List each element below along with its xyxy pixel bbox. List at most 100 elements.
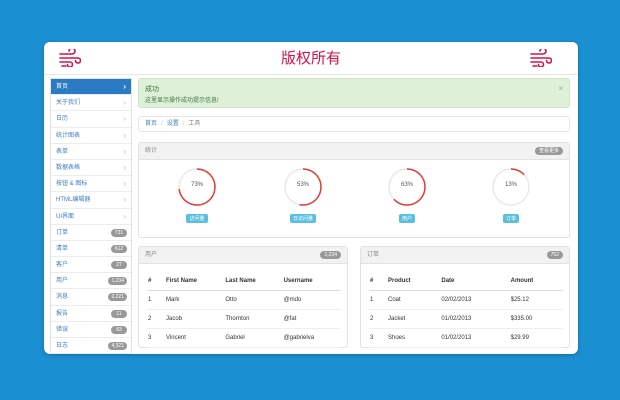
sidebar-item-home[interactable]: 首页 › [51, 79, 131, 96]
chevron-right-icon: › [123, 82, 126, 91]
chevron-right-icon: › [123, 146, 126, 156]
gauge-value: 63% [400, 182, 413, 188]
table-cell: 01/02/2013 [440, 309, 510, 329]
sidebar-item-users[interactable]: 用户 1,234 [51, 273, 131, 290]
sidebar-item-charts[interactable]: 统计图表 › [51, 128, 131, 144]
sidebar-item-ui[interactable]: UI界面 › [51, 209, 131, 225]
count-badge: 4,321 [108, 342, 127, 350]
count-badge: 752 [546, 251, 563, 259]
sidebar-item-label: 首页 [56, 84, 69, 90]
count-badge: 1,234 [320, 251, 341, 259]
chevron-right-icon: › [123, 179, 126, 189]
sidebar-item-label: 客户 [56, 262, 69, 269]
breadcrumb: 首页 / 设置 / 工具 [138, 116, 570, 132]
users-panel: 用户 1,234 # First Name Last Name Username… [138, 246, 348, 348]
sidebar-item-list[interactable]: 清单 612 [51, 241, 131, 258]
column-header: Amount [509, 272, 563, 291]
sidebar-item-label: 日历 [56, 116, 69, 123]
chevron-right-icon: › [123, 114, 126, 124]
chevron-right-icon: › [123, 162, 126, 172]
table-cell: @gabrielva [282, 328, 341, 348]
table-header-row: # First Name Last Name Username [147, 272, 341, 291]
table-cell: 1 [147, 290, 165, 310]
gauge: 63% 用户 [387, 167, 427, 225]
table-cell: Mark [165, 290, 225, 310]
sidebar-item-reports[interactable]: 报告 11 [51, 306, 131, 322]
sidebar-item-label: 统计图表 [56, 132, 81, 139]
table-cell: @mdo [282, 290, 341, 310]
gauge-tag[interactable]: 日访问量 [289, 214, 316, 223]
column-header: Last Name [224, 272, 283, 291]
sidebar-item-label: 按钮 & 图标 [56, 181, 88, 188]
alert-title: 成功 [145, 86, 159, 93]
gauge-tag[interactable]: 访问量 [186, 214, 208, 223]
table-cell: Vincent [165, 328, 225, 348]
sidebar-item-label: 关于我们 [56, 100, 81, 107]
gauge-value: 53% [296, 182, 309, 188]
sidebar-item-errors[interactable]: 错误 83 [51, 322, 131, 338]
sidebar-item-forms[interactable]: 表单 › [51, 144, 131, 160]
column-header: Username [282, 272, 341, 291]
panel-title: 统计 [145, 148, 158, 154]
close-icon[interactable]: × [558, 84, 563, 93]
page-title: 版权所有 [280, 49, 341, 67]
sidebar-item-customers[interactable]: 客户 27 [51, 257, 131, 274]
column-header: Date [440, 272, 510, 291]
table-row: 2 Jacob Thornton @fat [147, 309, 341, 329]
count-badge: 11 [111, 309, 127, 318]
breadcrumb-separator: / [182, 121, 185, 127]
gauge: 53% 日访问量 [283, 167, 323, 225]
sidebar-item-label: 日志 [56, 343, 69, 349]
table-cell: 02/02/2013 [440, 290, 510, 310]
view-more-badge[interactable]: 查看更多 [534, 147, 563, 155]
table-cell: Jacket [387, 309, 441, 329]
count-badge: 83 [111, 325, 127, 334]
count-badge: 1,234 [108, 277, 127, 286]
sidebar-item-label: HTML编辑器 [56, 197, 91, 204]
sidebar-item-label: 消息 [56, 294, 69, 301]
gauge-tag[interactable]: 用户 [398, 214, 415, 223]
table-cell: Jacob [165, 309, 225, 329]
sidebar-item-label: 表单 [56, 148, 69, 155]
sidebar-item-label: 订单 [56, 229, 69, 236]
sidebar-item-logs[interactable]: 日志 4,321 [51, 338, 131, 354]
breadcrumb-settings[interactable]: 设置 [167, 121, 179, 127]
breadcrumb-separator: / [161, 121, 163, 127]
table-cell: 3 [369, 328, 387, 348]
sidebar-item-editor[interactable]: HTML编辑器 › [51, 192, 131, 209]
table-cell: $25.12 [509, 290, 563, 310]
app-window: 版权所有 首页 › 关于我们 › 日历 › 统计图表 › 表单 › 数据表格 › 按钮 & … [44, 42, 578, 354]
top-bar: 版权所有 [44, 42, 578, 75]
panel-header: 统计 查看更多 [139, 143, 569, 160]
table-row: 1 Coat 02/02/2013 $25.12 [369, 290, 563, 310]
chevron-right-icon: › [123, 211, 126, 221]
column-header: # [147, 272, 165, 291]
breadcrumb-home[interactable]: 首页 [145, 121, 157, 127]
table-row: 3 Vincent Gabriel @gabrielva [147, 328, 341, 348]
count-badge: 27 [111, 261, 127, 270]
gauge-value: 73% [190, 182, 203, 188]
table-cell: 01/02/2013 [440, 328, 510, 348]
sidebar-item-orders[interactable]: 订单 731 [51, 225, 131, 241]
gauge-value: 13% [504, 182, 517, 188]
table-cell: Thornton [224, 309, 283, 329]
gauge: 13% 订单 [491, 167, 531, 225]
count-badge: 2,221 [108, 293, 127, 302]
sidebar-item-calendar[interactable]: 日历 › [51, 111, 131, 128]
chevron-right-icon: › [123, 98, 126, 108]
gauge-tag[interactable]: 订单 [502, 214, 519, 223]
sidebar-item-tables[interactable]: 数据表格 › [51, 160, 131, 177]
table-cell: @fat [282, 309, 341, 329]
alert-text: 这里显示操作成功提示信息! [145, 98, 219, 104]
table-row: 1 Mark Otto @mdo [147, 290, 341, 310]
chevron-right-icon: › [123, 195, 126, 205]
table-cell: 2 [369, 309, 387, 329]
sidebar-item-about[interactable]: 关于我们 › [51, 95, 131, 112]
panel-title: 订单 [367, 252, 380, 258]
sidebar-item-messages[interactable]: 消息 2,221 [51, 289, 131, 306]
gauge: 73% 访问量 [177, 167, 217, 225]
column-header: First Name [165, 272, 225, 291]
stats-panel: 统计 查看更多 73% 访问量 53% 日访问量 63% 用户 13% 订单 [138, 142, 570, 238]
sidebar-item-buttons[interactable]: 按钮 & 图标 › [51, 176, 131, 193]
chevron-right-icon: › [123, 130, 126, 140]
